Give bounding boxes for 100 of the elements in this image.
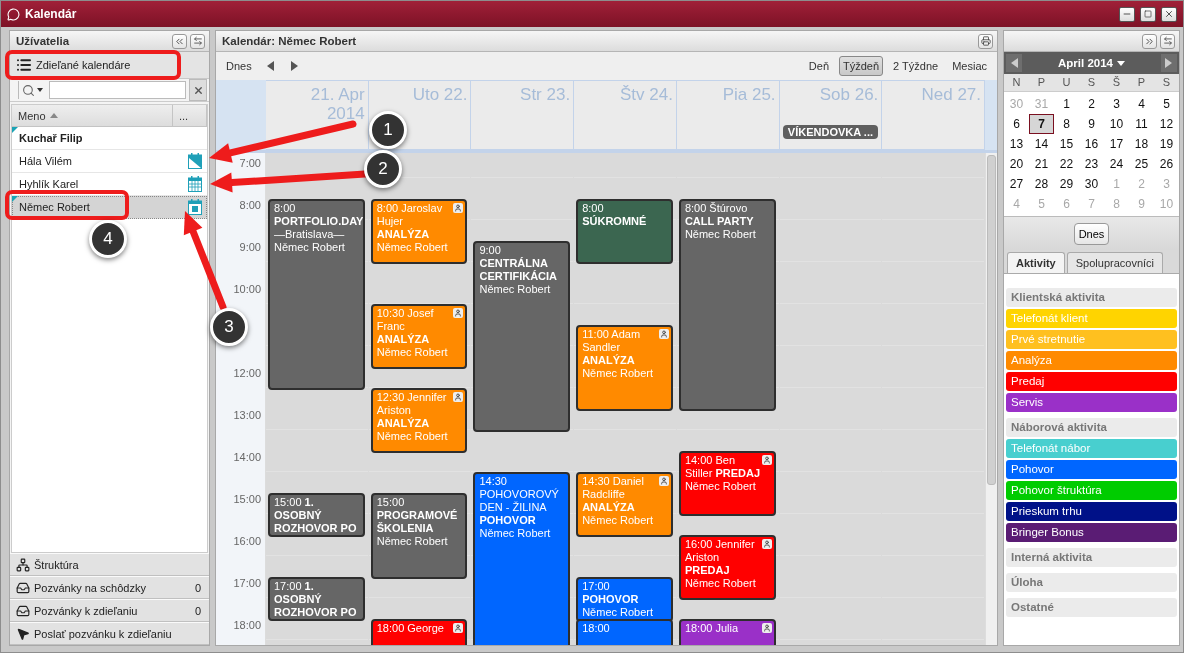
date-cell[interactable]: 10 — [1104, 114, 1129, 134]
event[interactable]: 14:30 POHOVOROVÝ DEN - ŽILINA POHOVOR Němec Robert — [473, 472, 571, 645]
event[interactable]: 8:00 SÚKROMNÉ — [576, 199, 673, 264]
date-cell[interactable]: 27 — [1004, 174, 1029, 194]
date-cell[interactable]: 3 — [1104, 94, 1129, 114]
clear-button[interactable] — [189, 79, 207, 101]
date-cell[interactable]: 19 — [1154, 134, 1179, 154]
expand-button[interactable] — [1142, 33, 1157, 49]
date-cell[interactable]: 9 — [1079, 114, 1104, 134]
event-owner: Němec Robert — [684, 228, 757, 241]
scrollbar[interactable] — [985, 153, 997, 645]
event[interactable]: 8:00 PORTFOLIO.DAY —Bratislava— Němec Robert — [268, 199, 365, 390]
footer-item[interactable]: Pozvánky k zdieľaniu 0 — [10, 599, 209, 622]
date-cell[interactable]: 16 — [1079, 134, 1104, 154]
view-button[interactable]: Deň — [804, 56, 833, 76]
date-cell[interactable]: 13 — [1004, 134, 1029, 154]
column-header[interactable]: Meno — [12, 105, 173, 126]
search-button[interactable] — [18, 81, 46, 99]
date-cell[interactable]: 11 — [1129, 114, 1154, 134]
activity-item[interactable]: Servis — [1006, 393, 1177, 412]
column-header[interactable]: ... — [173, 105, 207, 126]
user-row[interactable]: Kuchař Filip — [12, 127, 207, 150]
caret-icon — [1117, 60, 1125, 66]
maximize-button[interactable] — [1140, 6, 1156, 22]
date-cell[interactable]: 23 — [1079, 154, 1104, 174]
minimize-button[interactable] — [1119, 6, 1135, 22]
event[interactable]: 15:00 PROGRAMOVÉ ŠKOLENIA Němec Robert — [370, 493, 468, 579]
date-cell[interactable]: 30 — [1079, 174, 1104, 194]
date-cell[interactable]: 15 — [1054, 134, 1079, 154]
weekday-label: P — [1036, 75, 1047, 90]
date-cell[interactable]: 20 — [1004, 154, 1029, 174]
footer-item[interactable]: Pozvánky na schôdzky 0 — [10, 576, 209, 599]
date-cell[interactable]: 8 — [1054, 114, 1079, 134]
footer-item[interactable]: Poslať pozvánku k zdieľaniu — [10, 622, 209, 645]
date-cell[interactable]: 21 — [1029, 154, 1054, 174]
weekday-label: N — [1011, 75, 1022, 90]
date-cell[interactable]: 26 — [1154, 154, 1179, 174]
footer-item[interactable]: Štruktúra — [10, 553, 209, 576]
event[interactable]: 18:00 — [576, 619, 673, 645]
all-day-event[interactable]: VÍKENDOVKA ... — [782, 125, 879, 139]
activity-item[interactable]: Pohovor — [1006, 460, 1177, 479]
date-cell[interactable]: 1 — [1054, 94, 1079, 114]
date-cell[interactable]: 7 — [1029, 114, 1054, 134]
event[interactable]: 15:00 1. OSOBNÝ ROZHOVOR PO — [268, 493, 365, 537]
date-cell[interactable]: 25 — [1129, 154, 1154, 174]
tab[interactable]: Spolupracovníci — [1066, 252, 1164, 273]
previous-month-button[interactable] — [1006, 54, 1022, 72]
event[interactable]: 9:00 CENTRÁLNA CERTIFIKÁCIA Němec Robert — [473, 241, 571, 432]
event[interactable]: 18:00 George — [370, 619, 468, 645]
month-title[interactable]: April 2014 — [1052, 56, 1131, 70]
group-title: Interná aktivita — [1006, 548, 1177, 567]
activity-item[interactable]: Bringer Bonus — [1006, 523, 1177, 542]
event-title: 8:00 Štúrovo CALL PARTY — [684, 202, 755, 228]
user-row[interactable]: Hyhlík Karel — [12, 173, 207, 196]
today-button[interactable]: Dnes — [1073, 222, 1110, 245]
sort-icon — [49, 113, 58, 118]
event[interactable]: 16:00 Jennifer Ariston PREDAJ Němec Robert — [678, 535, 776, 600]
group-title: Ostatné — [1006, 598, 1177, 617]
date-cell[interactable]: 18 — [1129, 134, 1154, 154]
event-owner: Němec Robert — [684, 577, 757, 590]
date-cell[interactable]: 28 — [1029, 174, 1054, 194]
event[interactable]: 14:00 Ben Stiller PREDAJ Němec Robert — [678, 451, 776, 516]
date-cell[interactable]: 4 — [1129, 94, 1154, 114]
swap-button[interactable] — [190, 33, 205, 49]
day-name: Str 23. — [520, 85, 571, 104]
swap-button[interactable] — [1160, 33, 1175, 49]
event[interactable]: 18:00 Julia — [678, 619, 776, 645]
date-cell[interactable]: 22 — [1054, 154, 1079, 174]
next-month-button[interactable] — [1161, 54, 1177, 72]
next-icon — [291, 61, 299, 71]
close-icon — [192, 84, 204, 96]
view-button[interactable]: 2 Týždne — [889, 56, 943, 76]
date-cell[interactable]: 2 — [1079, 94, 1104, 114]
activity-item[interactable]: Predaj — [1006, 372, 1177, 391]
event-owner: Němec Robert — [479, 527, 552, 540]
activity-item[interactable]: Prieskum trhu — [1006, 502, 1177, 521]
event[interactable]: 17:00 1. OSOBNÝ ROZHOVOR PO — [268, 577, 365, 621]
today-button[interactable]: Dnes — [222, 56, 256, 76]
event-owner: Němec Robert — [582, 367, 655, 380]
date-cell[interactable]: 17 — [1104, 134, 1129, 154]
search-field[interactable] — [49, 81, 186, 99]
date-cell[interactable]: 29 — [1054, 174, 1079, 194]
date-cell[interactable]: 5 — [1154, 94, 1179, 114]
close-button[interactable] — [1161, 6, 1177, 22]
tab[interactable]: Aktivity — [1007, 252, 1065, 273]
date-cell[interactable]: 14 — [1029, 134, 1054, 154]
user-row[interactable]: Hála Vilém — [12, 150, 207, 173]
view-button[interactable]: Týždeň — [839, 56, 884, 76]
collapse-button[interactable] — [172, 33, 187, 49]
event-title: 12:30 Jennifer Ariston ANALÝZA — [376, 391, 448, 430]
time-label: 7:00 — [239, 157, 261, 169]
date-cell[interactable]: 12 — [1154, 114, 1179, 134]
print-button[interactable] — [978, 33, 993, 49]
date-cell[interactable]: 24 — [1104, 154, 1129, 174]
event-title: 14:30 Daniel Radcliffe ANALÝZA — [582, 475, 645, 514]
view-button[interactable]: Mesiac — [948, 56, 991, 76]
bubble-icon — [7, 7, 20, 21]
event[interactable]: 8:00 Štúrovo CALL PARTY Němec Robert — [678, 199, 776, 411]
date-cell[interactable]: 6 — [1004, 114, 1029, 134]
printer-icon — [980, 36, 991, 46]
